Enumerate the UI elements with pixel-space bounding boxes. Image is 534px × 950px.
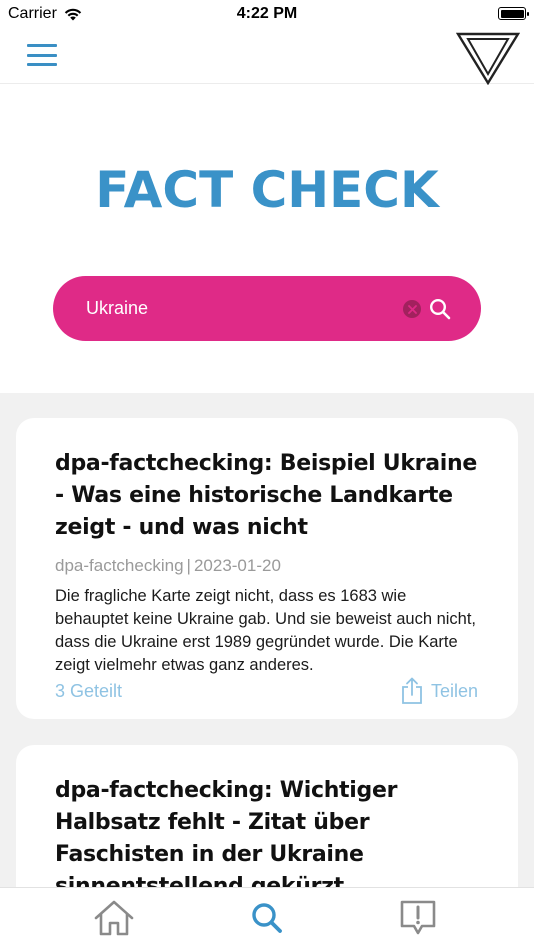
tab-search[interactable]: [243, 898, 291, 938]
status-time: 4:22 PM: [236, 5, 298, 22]
hamburger-menu-icon[interactable]: [27, 42, 57, 68]
battery-icon: [498, 7, 529, 20]
meta-separator: |: [186, 556, 191, 575]
result-source: dpa-factchecking: [55, 556, 184, 575]
close-icon: [407, 304, 417, 314]
tab-bar: [0, 887, 534, 950]
search-icon: [252, 903, 282, 933]
result-meta: dpa-factchecking | 2023-01-20: [55, 556, 478, 576]
nav-bar: [0, 28, 534, 85]
clear-circle-icon[interactable]: [403, 300, 421, 318]
shared-count[interactable]: 3 Geteilt: [55, 681, 122, 702]
result-title[interactable]: dpa-factchecking: Beispiel Ukraine - Was…: [55, 448, 478, 544]
search-icon[interactable]: [429, 298, 451, 320]
hero-section: FACT CHECK: [0, 85, 534, 393]
share-icon: [402, 677, 422, 704]
result-title[interactable]: dpa-factchecking: Wichtiger Halbsatz feh…: [55, 775, 478, 887]
result-footer: 3 Geteilt Teilen: [55, 677, 478, 705]
report-icon: [400, 900, 436, 935]
result-card[interactable]: dpa-factchecking: Beispiel Ukraine - Was…: [16, 418, 518, 719]
result-date: 2023-01-20: [193, 556, 281, 575]
result-summary: Die fragliche Karte zeigt nicht, dass es…: [55, 587, 477, 674]
results-list[interactable]: dpa-factchecking: Beispiel Ukraine - Was…: [0, 393, 534, 887]
tab-report[interactable]: [394, 898, 442, 938]
page-title: FACT CHECK: [95, 161, 439, 219]
status-bar: Carrier 4:22 PM: [0, 0, 534, 28]
share-label: Teilen: [430, 680, 478, 701]
result-card[interactable]: dpa-factchecking: Wichtiger Halbsatz feh…: [16, 745, 518, 887]
search-bar: [53, 276, 481, 341]
home-icon: [94, 900, 134, 936]
triangle-logo-icon[interactable]: [456, 31, 520, 85]
share-button[interactable]: Teilen: [401, 677, 478, 705]
battery-level: [500, 9, 524, 18]
search-input[interactable]: [86, 276, 386, 341]
tab-home[interactable]: [90, 898, 138, 938]
